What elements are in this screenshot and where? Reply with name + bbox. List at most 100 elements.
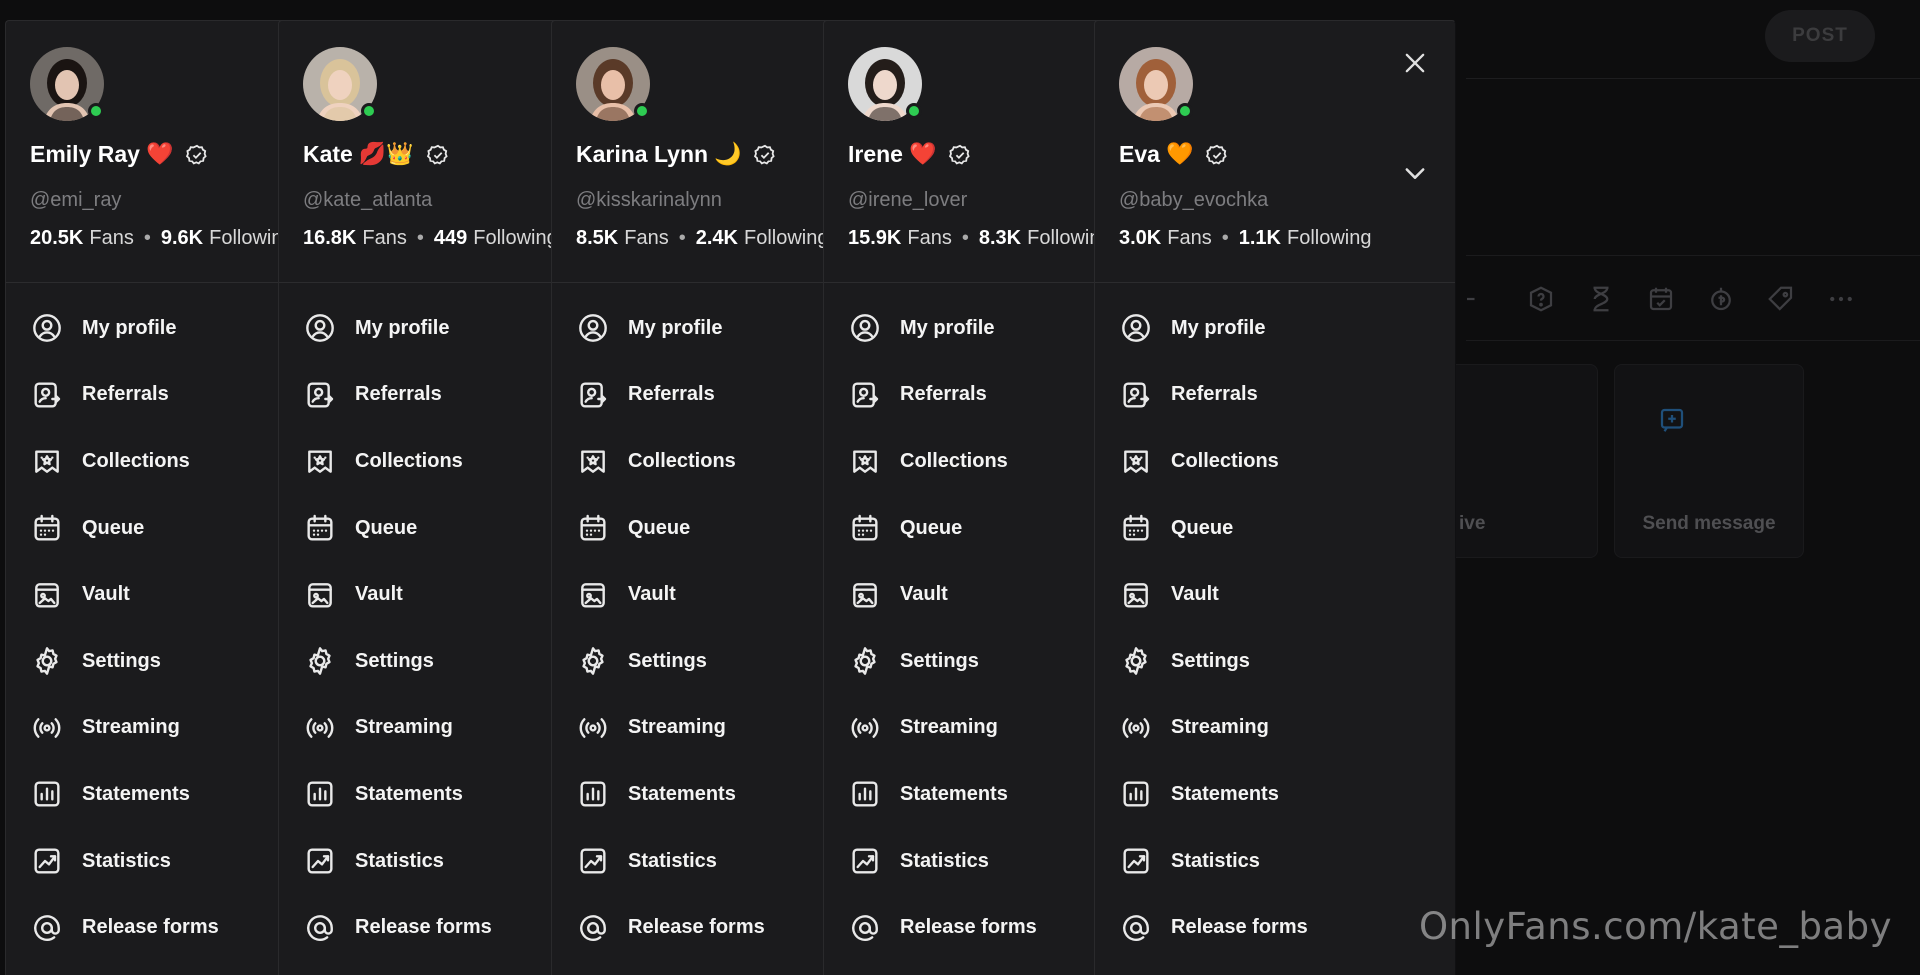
name-emoji: 🧡 [1165, 141, 1194, 167]
calendar-icon [303, 511, 337, 545]
close-icon[interactable] [1397, 45, 1433, 81]
more-icon[interactable] [1822, 280, 1860, 318]
menu-item-label: Settings [82, 649, 161, 672]
fans-count: 3.0K [1119, 227, 1162, 249]
menu-item-referrals[interactable]: Referrals [1095, 362, 1455, 429]
chevron-down-icon[interactable] [1397, 155, 1433, 191]
statistics-icon [1119, 844, 1153, 878]
online-indicator [634, 103, 650, 119]
menu-item-statements[interactable]: Statements [1095, 761, 1455, 828]
statistics-icon [848, 844, 882, 878]
stats-separator: • [678, 227, 686, 249]
menu-item-release-forms[interactable]: Release forms [1095, 894, 1455, 961]
menu-item-label: Vault [355, 583, 403, 606]
streaming-icon [30, 711, 64, 745]
menu-item-label: Settings [355, 649, 434, 672]
fans-label[interactable]: Fans [1167, 227, 1211, 250]
partial-icon[interactable] [1458, 280, 1496, 318]
calendar-icon [1119, 511, 1153, 545]
menu-item-label: Release forms [82, 916, 219, 939]
fans-count: 16.8K [303, 227, 357, 249]
menu-item-label: Vault [82, 583, 130, 606]
tag-icon[interactable] [1762, 280, 1800, 318]
calendar-check-icon[interactable] [1642, 280, 1680, 318]
menu-item-collections[interactable]: Collections [1095, 428, 1455, 495]
menu-item-label: Statements [355, 782, 463, 805]
streaming-icon [576, 711, 610, 745]
collections-icon [1119, 444, 1153, 478]
menu-item-streaming[interactable]: Streaming [1095, 695, 1455, 762]
vault-icon [576, 578, 610, 612]
account-handle[interactable]: @kisskarinalynn [576, 189, 722, 212]
account-stats: 3.0K Fans • 1.1K Following [1119, 227, 1371, 250]
menu-item-label: Referrals [355, 383, 442, 406]
collections-icon [848, 444, 882, 478]
question-icon[interactable] [1522, 280, 1560, 318]
stats-separator: • [1221, 227, 1229, 249]
account-stats: 20.5K Fans • 9.6K Following [30, 227, 294, 250]
account-stats: 8.5K Fans • 2.4K Following [576, 227, 828, 250]
menu-item-queue[interactable]: Queue [1095, 495, 1455, 562]
menu-item-label: Settings [1171, 649, 1250, 672]
menu-item-label: Streaming [355, 716, 453, 739]
account-handle[interactable]: @kate_atlanta [303, 189, 432, 212]
menu-item-label: Statistics [1171, 849, 1260, 872]
menu-item-label: Streaming [628, 716, 726, 739]
menu-item-label: Statistics [82, 849, 171, 872]
fans-label[interactable]: Fans [907, 227, 951, 250]
menu-item-label: Statistics [900, 849, 989, 872]
referrals-icon [303, 378, 337, 412]
referrals-icon [576, 378, 610, 412]
fans-label[interactable]: Fans [362, 227, 406, 250]
menu-item-label: Release forms [900, 916, 1037, 939]
at-sign-icon [576, 911, 610, 945]
fans-label[interactable]: Fans [624, 227, 668, 250]
account-name: Emily Ray [30, 141, 140, 167]
gear-icon [1119, 644, 1153, 678]
account-name: Eva [1119, 141, 1160, 167]
menu-item-my-profile[interactable]: My profile [1095, 295, 1455, 362]
streaming-icon [1119, 711, 1153, 745]
account-name-row: Karina Lynn 🌙 [576, 141, 777, 168]
send-message-card[interactable]: Send message [1614, 364, 1804, 558]
fans-count: 8.5K [576, 227, 619, 249]
gear-icon [30, 644, 64, 678]
name-emoji: 👑 [386, 141, 414, 167]
following-count: 8.3K [978, 227, 1022, 249]
fans-label[interactable]: Fans [89, 227, 133, 250]
account-stats: 15.9K Fans • 8.3K Following [848, 227, 1112, 250]
verified-icon [949, 144, 971, 165]
menu-item-statistics[interactable]: Statistics [1095, 828, 1455, 895]
following-label[interactable]: Following [473, 227, 557, 250]
menu-item-label: Queue [82, 516, 145, 539]
menu-item-label: Statements [82, 782, 190, 805]
at-sign-icon [30, 911, 64, 945]
hourglass-icon[interactable] [1582, 280, 1620, 318]
calendar-icon [576, 511, 610, 545]
account-handle[interactable]: @baby_evochka [1119, 189, 1268, 212]
gear-icon [303, 644, 337, 678]
following-label[interactable]: Following [1287, 227, 1371, 250]
following-label[interactable]: Following [744, 227, 828, 250]
menu-item-settings[interactable]: Settings [1095, 628, 1455, 695]
vault-icon [848, 578, 882, 612]
streaming-icon [848, 711, 882, 745]
account-header: Eva 🧡 @baby_evochka 3.0K Fans • 1.1K Follo… [1095, 21, 1455, 283]
gear-icon [576, 644, 610, 678]
account-handle[interactable]: @emi_ray [30, 189, 121, 212]
menu-item-label: Release forms [1171, 916, 1308, 939]
menu-item-label: Collections [355, 449, 463, 472]
account-name: Irene [848, 141, 903, 167]
menu-item-label: Queue [355, 516, 418, 539]
vault-icon [30, 578, 64, 612]
menu-item-vault[interactable]: Vault [1095, 561, 1455, 628]
header-divider [1466, 78, 1920, 79]
menu-item-label: Collections [900, 449, 1008, 472]
name-emojis: 🧡 [1165, 141, 1194, 167]
menu-item-label: Vault [1171, 583, 1219, 606]
post-button[interactable]: POST [1765, 10, 1875, 62]
account-handle[interactable]: @irene_lover [848, 189, 967, 212]
menu-item-label: Queue [1171, 516, 1234, 539]
coin-icon[interactable] [1702, 280, 1740, 318]
menu-item-label: My profile [355, 316, 450, 339]
